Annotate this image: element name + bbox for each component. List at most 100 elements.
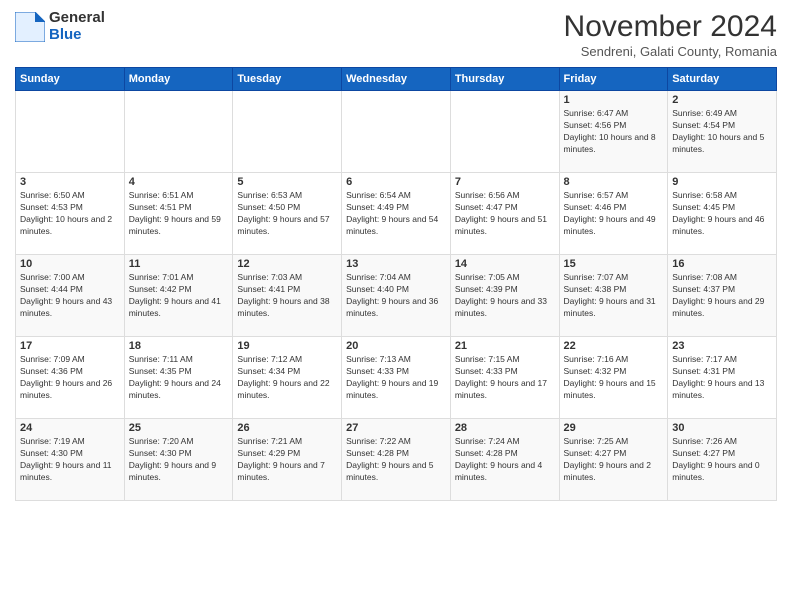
calendar-cell: 15 Sunrise: 7:07 AM Sunset: 4:38 PM Dayli… bbox=[559, 255, 668, 337]
calendar-cell: 1 Sunrise: 6:47 AM Sunset: 4:56 PM Daylig… bbox=[559, 91, 668, 173]
calendar-cell: 30 Sunrise: 7:26 AM Sunset: 4:27 PM Dayli… bbox=[668, 419, 777, 501]
day-number: 28 bbox=[455, 422, 555, 434]
calendar-cell: 8Sunrise: 6:57 AM Sunset: 4:46 PM Daylig… bbox=[559, 173, 668, 255]
calendar-body: 1 Sunrise: 6:47 AM Sunset: 4:56 PM Daylig… bbox=[16, 91, 777, 501]
day-info: Sunrise: 7:16 AM Sunset: 4:32 PM Dayligh… bbox=[564, 354, 664, 402]
calendar-cell: 10Sunrise: 7:00 AM Sunset: 4:44 PM Dayli… bbox=[16, 255, 125, 337]
calendar-cell: 2 Sunrise: 6:49 AM Sunset: 4:54 PM Daylig… bbox=[668, 91, 777, 173]
calendar-cell: 28Sunrise: 7:24 AM Sunset: 4:28 PM Dayli… bbox=[450, 419, 559, 501]
logo-blue: Blue bbox=[49, 27, 105, 44]
day-number: 23 bbox=[672, 340, 772, 352]
logo-text: General Blue bbox=[49, 10, 105, 43]
day-info: Sunrise: 7:03 AM Sunset: 4:41 PM Dayligh… bbox=[237, 272, 337, 320]
calendar-cell: 22 Sunrise: 7:16 AM Sunset: 4:32 PM Dayli… bbox=[559, 337, 668, 419]
col-tuesday: Tuesday bbox=[233, 68, 342, 91]
calendar-page: General Blue November 2024 Sendreni, Gal… bbox=[0, 0, 792, 612]
calendar-cell bbox=[342, 91, 451, 173]
day-number: 7 bbox=[455, 176, 555, 188]
day-number: 2 bbox=[672, 94, 772, 106]
day-info: Sunrise: 6:54 AM Sunset: 4:49 PM Dayligh… bbox=[346, 190, 446, 238]
day-info: Sunrise: 6:51 AM Sunset: 4:51 PM Dayligh… bbox=[129, 190, 229, 238]
calendar-table: Sunday Monday Tuesday Wednesday Thursday… bbox=[15, 67, 777, 501]
day-number: 19 bbox=[237, 340, 337, 352]
day-number: 29 bbox=[564, 422, 664, 434]
day-info: Sunrise: 6:47 AM Sunset: 4:56 PM Dayligh… bbox=[564, 108, 664, 156]
calendar-cell bbox=[233, 91, 342, 173]
day-info: Sunrise: 6:56 AM Sunset: 4:47 PM Dayligh… bbox=[455, 190, 555, 238]
day-info: Sunrise: 7:25 AM Sunset: 4:27 PM Dayligh… bbox=[564, 436, 664, 484]
week-row-3: 10Sunrise: 7:00 AM Sunset: 4:44 PM Dayli… bbox=[16, 255, 777, 337]
calendar-cell: 6 Sunrise: 6:54 AM Sunset: 4:49 PM Daylig… bbox=[342, 173, 451, 255]
day-number: 6 bbox=[346, 176, 446, 188]
day-number: 14 bbox=[455, 258, 555, 270]
day-info: Sunrise: 7:08 AM Sunset: 4:37 PM Dayligh… bbox=[672, 272, 772, 320]
day-info: Sunrise: 7:26 AM Sunset: 4:27 PM Dayligh… bbox=[672, 436, 772, 484]
day-number: 17 bbox=[20, 340, 120, 352]
calendar-cell: 24 Sunrise: 7:19 AM Sunset: 4:30 PM Dayli… bbox=[16, 419, 125, 501]
day-info: Sunrise: 7:15 AM Sunset: 4:33 PM Dayligh… bbox=[455, 354, 555, 402]
day-info: Sunrise: 6:57 AM Sunset: 4:46 PM Dayligh… bbox=[564, 190, 664, 238]
week-row-4: 17Sunrise: 7:09 AM Sunset: 4:36 PM Dayli… bbox=[16, 337, 777, 419]
calendar-cell: 17Sunrise: 7:09 AM Sunset: 4:36 PM Dayli… bbox=[16, 337, 125, 419]
logo: General Blue bbox=[15, 10, 105, 43]
logo-general: General bbox=[49, 10, 105, 27]
day-number: 1 bbox=[564, 94, 664, 106]
calendar-cell bbox=[124, 91, 233, 173]
day-info: Sunrise: 7:01 AM Sunset: 4:42 PM Dayligh… bbox=[129, 272, 229, 320]
day-info: Sunrise: 6:50 AM Sunset: 4:53 PM Dayligh… bbox=[20, 190, 120, 238]
day-info: Sunrise: 7:13 AM Sunset: 4:33 PM Dayligh… bbox=[346, 354, 446, 402]
day-number: 30 bbox=[672, 422, 772, 434]
calendar-cell: 21 Sunrise: 7:15 AM Sunset: 4:33 PM Dayli… bbox=[450, 337, 559, 419]
day-info: Sunrise: 7:21 AM Sunset: 4:29 PM Dayligh… bbox=[237, 436, 337, 484]
calendar-cell: 27 Sunrise: 7:22 AM Sunset: 4:28 PM Dayli… bbox=[342, 419, 451, 501]
week-row-2: 3 Sunrise: 6:50 AM Sunset: 4:53 PM Daylig… bbox=[16, 173, 777, 255]
calendar-cell: 7 Sunrise: 6:56 AM Sunset: 4:47 PM Daylig… bbox=[450, 173, 559, 255]
calendar-cell: 12 Sunrise: 7:03 AM Sunset: 4:41 PM Dayli… bbox=[233, 255, 342, 337]
calendar-cell: 11Sunrise: 7:01 AM Sunset: 4:42 PM Dayli… bbox=[124, 255, 233, 337]
calendar-cell bbox=[16, 91, 125, 173]
week-row-1: 1 Sunrise: 6:47 AM Sunset: 4:56 PM Daylig… bbox=[16, 91, 777, 173]
month-title: November 2024 bbox=[564, 10, 777, 44]
calendar-cell: 20 Sunrise: 7:13 AM Sunset: 4:33 PM Dayli… bbox=[342, 337, 451, 419]
calendar-cell: 9Sunrise: 6:58 AM Sunset: 4:45 PM Daylig… bbox=[668, 173, 777, 255]
day-info: Sunrise: 6:53 AM Sunset: 4:50 PM Dayligh… bbox=[237, 190, 337, 238]
col-wednesday: Wednesday bbox=[342, 68, 451, 91]
calendar-cell: 5Sunrise: 6:53 AM Sunset: 4:50 PM Daylig… bbox=[233, 173, 342, 255]
col-monday: Monday bbox=[124, 68, 233, 91]
calendar-cell: 13Sunrise: 7:04 AM Sunset: 4:40 PM Dayli… bbox=[342, 255, 451, 337]
page-header: General Blue November 2024 Sendreni, Gal… bbox=[15, 10, 777, 59]
day-number: 3 bbox=[20, 176, 120, 188]
day-info: Sunrise: 7:22 AM Sunset: 4:28 PM Dayligh… bbox=[346, 436, 446, 484]
day-info: Sunrise: 6:49 AM Sunset: 4:54 PM Dayligh… bbox=[672, 108, 772, 156]
col-sunday: Sunday bbox=[16, 68, 125, 91]
day-number: 12 bbox=[237, 258, 337, 270]
day-info: Sunrise: 7:04 AM Sunset: 4:40 PM Dayligh… bbox=[346, 272, 446, 320]
day-info: Sunrise: 7:17 AM Sunset: 4:31 PM Dayligh… bbox=[672, 354, 772, 402]
day-number: 21 bbox=[455, 340, 555, 352]
day-number: 15 bbox=[564, 258, 664, 270]
col-thursday: Thursday bbox=[450, 68, 559, 91]
calendar-cell: 4Sunrise: 6:51 AM Sunset: 4:51 PM Daylig… bbox=[124, 173, 233, 255]
day-number: 20 bbox=[346, 340, 446, 352]
day-info: Sunrise: 7:07 AM Sunset: 4:38 PM Dayligh… bbox=[564, 272, 664, 320]
day-info: Sunrise: 7:11 AM Sunset: 4:35 PM Dayligh… bbox=[129, 354, 229, 402]
week-row-5: 24 Sunrise: 7:19 AM Sunset: 4:30 PM Dayli… bbox=[16, 419, 777, 501]
location-subtitle: Sendreni, Galati County, Romania bbox=[564, 44, 777, 59]
day-info: Sunrise: 7:20 AM Sunset: 4:30 PM Dayligh… bbox=[129, 436, 229, 484]
day-number: 9 bbox=[672, 176, 772, 188]
day-number: 25 bbox=[129, 422, 229, 434]
col-friday: Friday bbox=[559, 68, 668, 91]
day-info: Sunrise: 7:19 AM Sunset: 4:30 PM Dayligh… bbox=[20, 436, 120, 484]
col-saturday: Saturday bbox=[668, 68, 777, 91]
day-info: Sunrise: 7:05 AM Sunset: 4:39 PM Dayligh… bbox=[455, 272, 555, 320]
calendar-cell: 29 Sunrise: 7:25 AM Sunset: 4:27 PM Dayli… bbox=[559, 419, 668, 501]
calendar-cell: 14 Sunrise: 7:05 AM Sunset: 4:39 PM Dayli… bbox=[450, 255, 559, 337]
day-number: 26 bbox=[237, 422, 337, 434]
calendar-cell: 18 Sunrise: 7:11 AM Sunset: 4:35 PM Dayli… bbox=[124, 337, 233, 419]
header-row: Sunday Monday Tuesday Wednesday Thursday… bbox=[16, 68, 777, 91]
day-number: 22 bbox=[564, 340, 664, 352]
day-number: 18 bbox=[129, 340, 229, 352]
day-number: 24 bbox=[20, 422, 120, 434]
calendar-cell: 26 Sunrise: 7:21 AM Sunset: 4:29 PM Dayli… bbox=[233, 419, 342, 501]
day-number: 27 bbox=[346, 422, 446, 434]
